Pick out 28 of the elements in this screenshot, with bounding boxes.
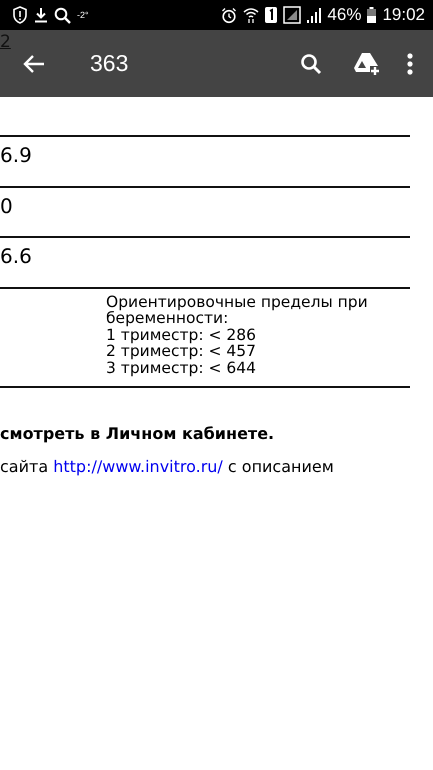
reference-text: 2 триместр: < 457 [106, 343, 257, 360]
download-icon [34, 7, 48, 23]
sim-card-icon [265, 7, 278, 23]
alarm-icon [221, 6, 238, 24]
website-link[interactable]: http://www.invitro.ru/ [53, 456, 223, 476]
table-cell: 6.6 [0, 244, 32, 268]
battery-percent-text: 46% [327, 5, 362, 25]
temperature-text: -2° [77, 10, 89, 20]
reference-text: Ориентировочные пределы при [106, 294, 368, 310]
signal-box-icon [283, 6, 302, 24]
window-title: 363 [90, 50, 130, 77]
reference-text: 3 триместр: < 644 [106, 360, 257, 376]
table-cell: 0 [0, 194, 13, 218]
shield-alert-icon [12, 6, 28, 24]
wifi-icon [243, 6, 260, 24]
bold-text: смотреть в Личном кабинете. [0, 424, 276, 442]
search-icon [300, 52, 322, 74]
sentence-text: сайта http://www.invitro.ru/ с описанием [0, 456, 335, 476]
search-icon [54, 6, 71, 24]
battery-icon [367, 7, 376, 23]
more-icon [407, 52, 413, 74]
back-arrow-icon [23, 54, 45, 74]
table-cell: 6.9 [0, 143, 32, 167]
reference-text: беременности: [106, 310, 228, 326]
clock-text: 19:02 [382, 5, 425, 25]
reference-text: 1 триместр: < 286 [106, 326, 257, 343]
signal-icon [307, 7, 322, 23]
triangle-plus-icon [353, 52, 381, 76]
